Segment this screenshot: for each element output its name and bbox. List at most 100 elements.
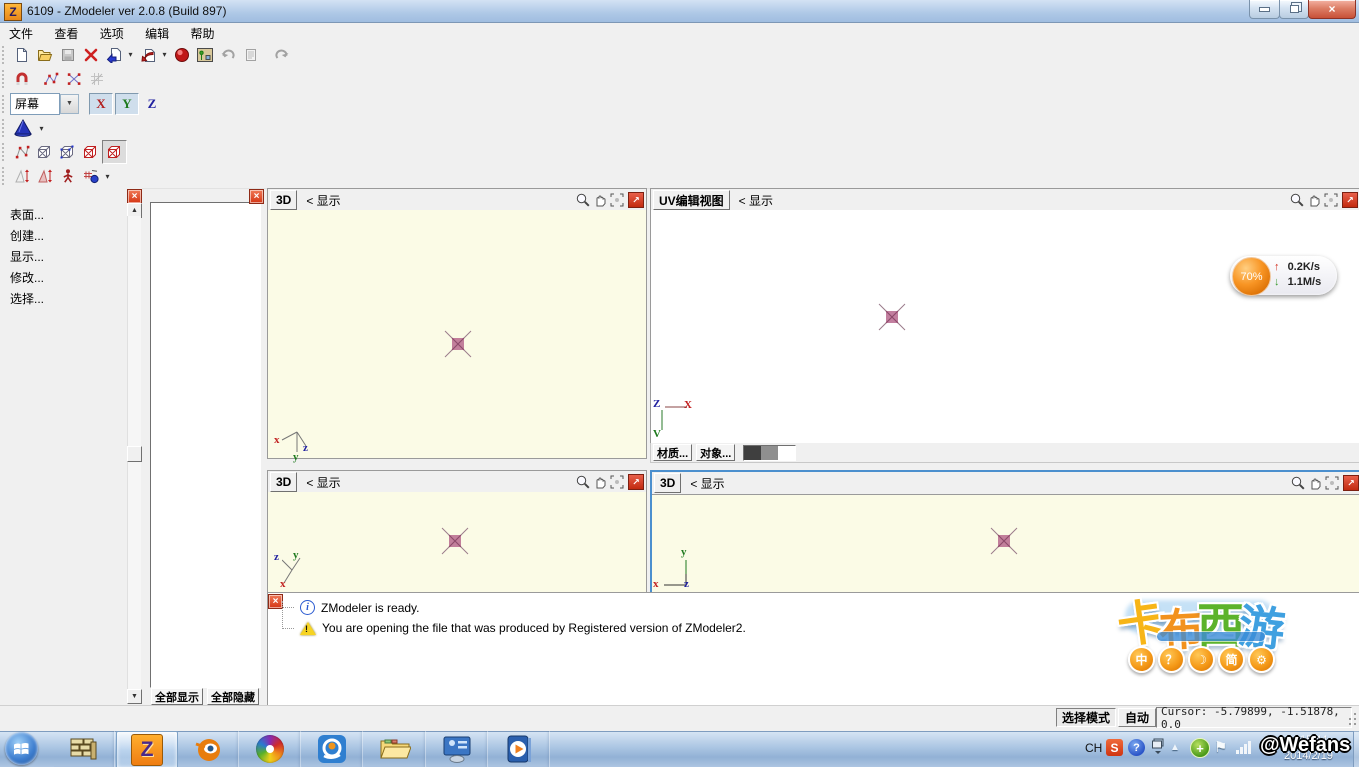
restore-button[interactable]: [1279, 0, 1309, 19]
bones-button[interactable]: [56, 165, 79, 187]
uv-display-menu[interactable]: < 显示: [739, 192, 773, 209]
uv-material-button[interactable]: 材质...: [653, 444, 693, 461]
vp4-mode-button[interactable]: 3D: [654, 473, 682, 493]
vp4-pan-hand-icon[interactable]: [1307, 475, 1323, 491]
uv-maximize-button[interactable]: ↗: [1342, 192, 1358, 208]
toolbar-grip[interactable]: [2, 167, 7, 185]
uv-zoom-icon[interactable]: [1289, 192, 1305, 208]
tray-expand-button[interactable]: ▲: [1170, 742, 1180, 753]
vp1-mode-button[interactable]: 3D: [270, 190, 298, 210]
menu-surface[interactable]: 表面...: [10, 204, 142, 225]
vp3-display-menu[interactable]: < 显示: [306, 474, 340, 491]
taskbar-item-explorer[interactable]: [365, 731, 426, 767]
magnet-snap-button[interactable]: [10, 68, 33, 90]
menu-modify[interactable]: 修改...: [10, 267, 142, 288]
vp1-maximize-button[interactable]: ↗: [628, 192, 644, 208]
history-button-disabled[interactable]: [239, 44, 262, 66]
help-tray-icon[interactable]: ?: [1128, 739, 1145, 756]
vp1-display-menu[interactable]: < 显示: [306, 192, 340, 209]
open-file-button[interactable]: [33, 44, 56, 66]
tools-scroll-thumb[interactable]: [127, 446, 142, 462]
modify-dropdown[interactable]: ▾: [102, 165, 113, 187]
polygons-level-button[interactable]: [79, 141, 102, 163]
swatch-light[interactable]: [778, 445, 796, 460]
render-button[interactable]: [170, 44, 193, 66]
vp1-rotate-icon[interactable]: [609, 192, 625, 208]
uv-mode-button[interactable]: UV编辑视图: [653, 190, 730, 210]
menu-edit[interactable]: 编辑: [136, 23, 178, 44]
window-switch-tray-icon[interactable]: [1152, 738, 1164, 754]
game-settings-button[interactable]: ⚙: [1248, 646, 1275, 673]
vp1-pan-hand-icon[interactable]: [592, 192, 608, 208]
snap-edges-button[interactable]: [62, 68, 85, 90]
axis-z-toggle[interactable]: Z: [141, 94, 163, 114]
faces-level-button[interactable]: [56, 141, 79, 163]
menu-options[interactable]: 选项: [91, 23, 133, 44]
space-combo-dropdown[interactable]: ▼: [60, 93, 79, 114]
axis-y-toggle[interactable]: Y: [115, 92, 139, 115]
objects-level-button-active[interactable]: [102, 140, 127, 164]
new-file-button[interactable]: [10, 44, 33, 66]
uv-object-button[interactable]: 对象...: [696, 444, 736, 461]
toolbar-grip[interactable]: [2, 143, 7, 161]
swatch-dark[interactable]: [744, 445, 762, 460]
show-desktop-button[interactable]: [1353, 731, 1359, 767]
snap-grid-button-disabled[interactable]: [85, 68, 108, 90]
delete-button[interactable]: [79, 44, 102, 66]
vertices-level-button[interactable]: [10, 141, 33, 163]
action-center-flag-icon[interactable]: ⚑: [1214, 738, 1227, 756]
show-all-button[interactable]: 全部显示: [151, 688, 203, 705]
undo-button-disabled[interactable]: [216, 44, 239, 66]
vp4-object-marker[interactable]: [989, 526, 1019, 556]
tools-scroll-down[interactable]: ▼: [127, 689, 142, 704]
vp4-display-menu[interactable]: < 显示: [690, 475, 724, 492]
space-combo[interactable]: 屏幕: [10, 92, 60, 115]
game-night-button[interactable]: ☽: [1188, 646, 1215, 673]
toolbar-grip[interactable]: [2, 45, 7, 64]
vp3-maximize-button[interactable]: ↗: [628, 474, 644, 490]
object-list-close-button[interactable]: ×: [249, 189, 264, 204]
menu-display[interactable]: 显示...: [10, 246, 142, 267]
menu-select[interactable]: 选择...: [10, 288, 142, 309]
menu-file[interactable]: 文件: [0, 23, 42, 44]
vp1-zoom-icon[interactable]: [575, 192, 591, 208]
start-button[interactable]: [5, 732, 38, 765]
vp4-zoom-icon[interactable]: [1290, 475, 1306, 491]
import-dropdown[interactable]: ▾: [125, 44, 136, 66]
tools-panel-close-button[interactable]: ×: [127, 189, 142, 204]
vp3-object-marker[interactable]: [440, 526, 470, 556]
taskbar-item-control-panel[interactable]: [427, 731, 488, 767]
primitive-cone-button[interactable]: [10, 117, 36, 139]
menu-create[interactable]: 创建...: [10, 225, 142, 246]
vp1-object-marker[interactable]: [443, 329, 473, 359]
antivirus-tray-icon[interactable]: +: [1190, 738, 1210, 758]
vp4-maximize-button[interactable]: ↗: [1343, 475, 1359, 491]
import-button[interactable]: [102, 44, 125, 66]
primitive-dropdown[interactable]: ▾: [36, 117, 47, 139]
snap-vertices-button[interactable]: [39, 68, 62, 90]
vp3-mode-button[interactable]: 3D: [270, 472, 298, 492]
game-simplified-button[interactable]: 简: [1218, 646, 1245, 673]
push-pull-button[interactable]: [10, 165, 33, 187]
vp3-pan-hand-icon[interactable]: [592, 474, 608, 490]
tray-language-indicator[interactable]: CH: [1085, 741, 1102, 755]
toolbar-grip[interactable]: [2, 70, 7, 88]
close-button[interactable]: ×: [1308, 0, 1356, 19]
texture-browser-button[interactable]: [193, 44, 216, 66]
taskbar-item-blender[interactable]: [178, 731, 239, 767]
hide-all-button[interactable]: 全部隐藏: [207, 688, 259, 705]
taskbar-item-bricks[interactable]: [54, 731, 115, 767]
taskbar-item-pps[interactable]: [302, 731, 363, 767]
net-percent-ball[interactable]: 70%: [1232, 257, 1271, 296]
select-mode-button[interactable]: 选择模式: [1056, 708, 1117, 727]
game-help-button[interactable]: ？: [1158, 646, 1185, 673]
axis-x-toggle[interactable]: X: [89, 92, 113, 115]
object-list[interactable]: [150, 202, 261, 688]
swatch-mid[interactable]: [761, 445, 779, 460]
log-close-button[interactable]: ×: [268, 594, 283, 609]
sogou-tray-icon[interactable]: S: [1106, 739, 1123, 756]
uv-object-marker[interactable]: [877, 302, 907, 332]
toolbar-grip[interactable]: [2, 119, 7, 137]
uv-rotate-icon[interactable]: [1323, 192, 1339, 208]
uv-pan-hand-icon[interactable]: [1306, 192, 1322, 208]
